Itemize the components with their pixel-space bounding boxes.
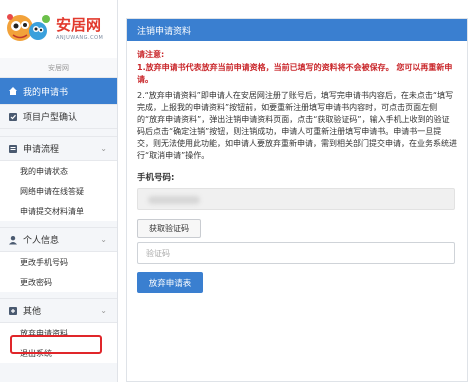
highlight-annotation — [10, 335, 102, 354]
phone-field — [137, 188, 455, 210]
other-icon — [8, 306, 18, 316]
sidebar-item-materials-list[interactable]: 申请提交材料清单 — [0, 201, 117, 221]
checkbox-icon — [8, 112, 18, 122]
site-label: 安居网 — [0, 58, 117, 78]
sidebar-item-change-phone[interactable]: 更改手机号码 — [0, 252, 117, 272]
flow-icon — [8, 144, 18, 154]
blurred-phone-number — [148, 196, 200, 204]
phone-label: 手机号码: — [137, 173, 175, 183]
sidebar-item-label: 我的申请书 — [23, 87, 69, 98]
sidebar-group-flow[interactable]: 申请流程 ⌄ — [0, 136, 117, 161]
get-code-button[interactable]: 获取验证码 — [137, 219, 201, 238]
abandon-application-button[interactable]: 放弃申请表 — [137, 272, 203, 293]
sidebar-item-label: 项目户型确认 — [23, 113, 78, 123]
sidebar-group-other[interactable]: 其他 ⌄ — [0, 298, 117, 323]
sidebar-group-label: 申请流程 — [23, 145, 60, 155]
sidebar-item-application-status[interactable]: 我的申请状态 — [0, 161, 117, 181]
sidebar-group-personal[interactable]: 个人信息 ⌄ — [0, 227, 117, 252]
chevron-down-icon: ⌄ — [100, 235, 107, 244]
brand-title: 安居网 — [56, 16, 102, 34]
logo[interactable]: 安居网 ANJUWANG.COM — [0, 0, 117, 58]
home-icon — [8, 86, 18, 96]
sidebar-group-label: 其他 — [23, 307, 42, 317]
sidebar-item-my-application[interactable]: 我的申请书 — [0, 78, 117, 104]
sidebar-item-online-qa[interactable]: 网络申请在线答疑 — [0, 181, 117, 201]
sidebar-item-unit-confirm[interactable]: 项目户型确认 — [0, 104, 117, 129]
brand-subtitle: ANJUWANG.COM — [56, 35, 104, 41]
warning-text: 1.放弃申请书代表放弃当前申请资格，当前已填写的资料将不会被保存。 您可以再重新… — [137, 63, 453, 84]
sidebar-group-label: 个人信息 — [23, 236, 60, 246]
instruction-text: 2.“放弃申请资料”即申请人在安居网注册了账号后，填写完申请书内容后，在未点击“… — [137, 91, 457, 160]
logo-mascot-icon — [4, 9, 54, 49]
chevron-down-icon: ⌄ — [100, 144, 107, 153]
cancel-application-panel: 注销申请资料 请注意: 1.放弃申请书代表放弃当前申请资格，当前已填写的资料将不… — [126, 18, 468, 382]
note-title: 请注意: — [137, 50, 165, 59]
chevron-down-icon: ⌄ — [100, 306, 107, 315]
verification-code-input[interactable]: 验证码 — [137, 242, 455, 264]
sidebar-item-change-password[interactable]: 更改密码 — [0, 272, 117, 292]
sidebar: 安居网 ANJUWANG.COM 安居网 我的申请书 项目户型确认 申请流程 ⌄… — [0, 0, 118, 382]
panel-title: 注销申请资料 — [127, 19, 467, 41]
person-icon — [8, 235, 18, 245]
